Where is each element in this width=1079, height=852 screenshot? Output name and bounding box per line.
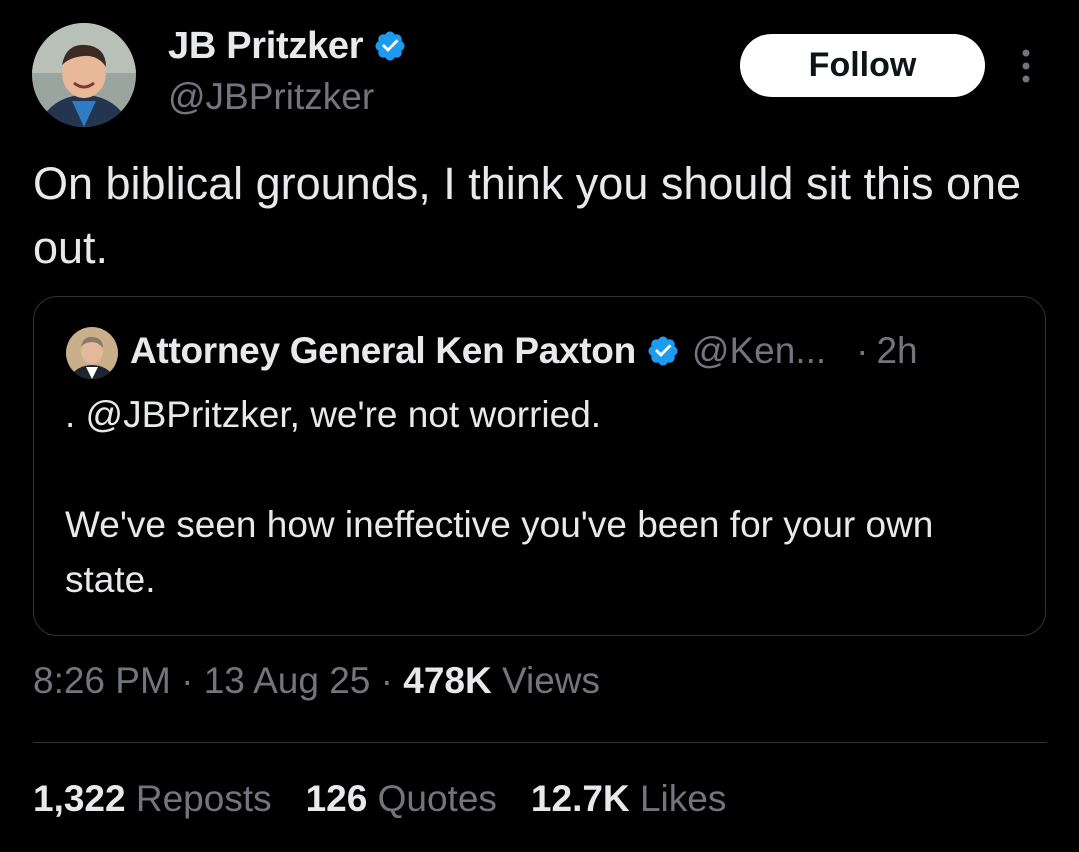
verified-badge-icon [648, 336, 678, 366]
meta-separator: · [181, 660, 194, 701]
views-label: Views [501, 660, 601, 701]
views-count: 478K [403, 660, 492, 701]
reposts-stat[interactable]: 1,322 Reposts [33, 778, 272, 820]
author-handle[interactable]: @JBPritzker [168, 76, 374, 118]
reposts-label: Reposts [135, 778, 272, 819]
quote-author-avatar[interactable] [66, 327, 118, 379]
quote-author-handle[interactable]: @Ken... [692, 330, 826, 372]
quotes-label: Quotes [377, 778, 497, 819]
follow-button[interactable]: Follow [740, 34, 985, 97]
more-vertical-icon[interactable] [1012, 46, 1040, 86]
tweet-time[interactable]: 8:26 PM [33, 660, 171, 701]
likes-stat[interactable]: 12.7K Likes [531, 778, 726, 820]
tweet-date[interactable]: 13 Aug 25 [204, 660, 371, 701]
quotes-stat[interactable]: 126 Quotes [306, 778, 497, 820]
engagement-stats: 1,322 Reposts 126 Quotes 12.7K Likes [33, 778, 760, 820]
verified-badge-icon [375, 31, 405, 61]
author-name[interactable]: JB Pritzker [168, 25, 364, 68]
quoted-tweet-card[interactable]: Attorney General Ken Paxton @Ken... · 2h… [33, 296, 1046, 636]
quote-separator: · [856, 330, 869, 371]
quotes-count: 126 [305, 778, 368, 819]
author-name-row[interactable]: JB Pritzker [168, 22, 407, 70]
likes-count: 12.7K [530, 778, 630, 819]
quote-author-name[interactable]: Attorney General Ken Paxton [130, 330, 636, 372]
author-avatar[interactable] [32, 23, 136, 127]
likes-label: Likes [639, 778, 727, 819]
meta-separator: · [380, 660, 393, 701]
quote-header: Attorney General Ken Paxton @Ken... · 2h [130, 325, 918, 377]
divider [33, 742, 1047, 743]
tweet-text: On biblical grounds, I think you should … [33, 158, 1034, 273]
quote-timestamp[interactable]: 2h [876, 330, 917, 372]
reposts-count: 1,322 [33, 778, 126, 819]
tweet-meta: 8:26 PM · 13 Aug 25 · 478K Views [33, 660, 600, 702]
quote-text: . @JBPritzker, we're not worried. We've … [65, 394, 934, 600]
